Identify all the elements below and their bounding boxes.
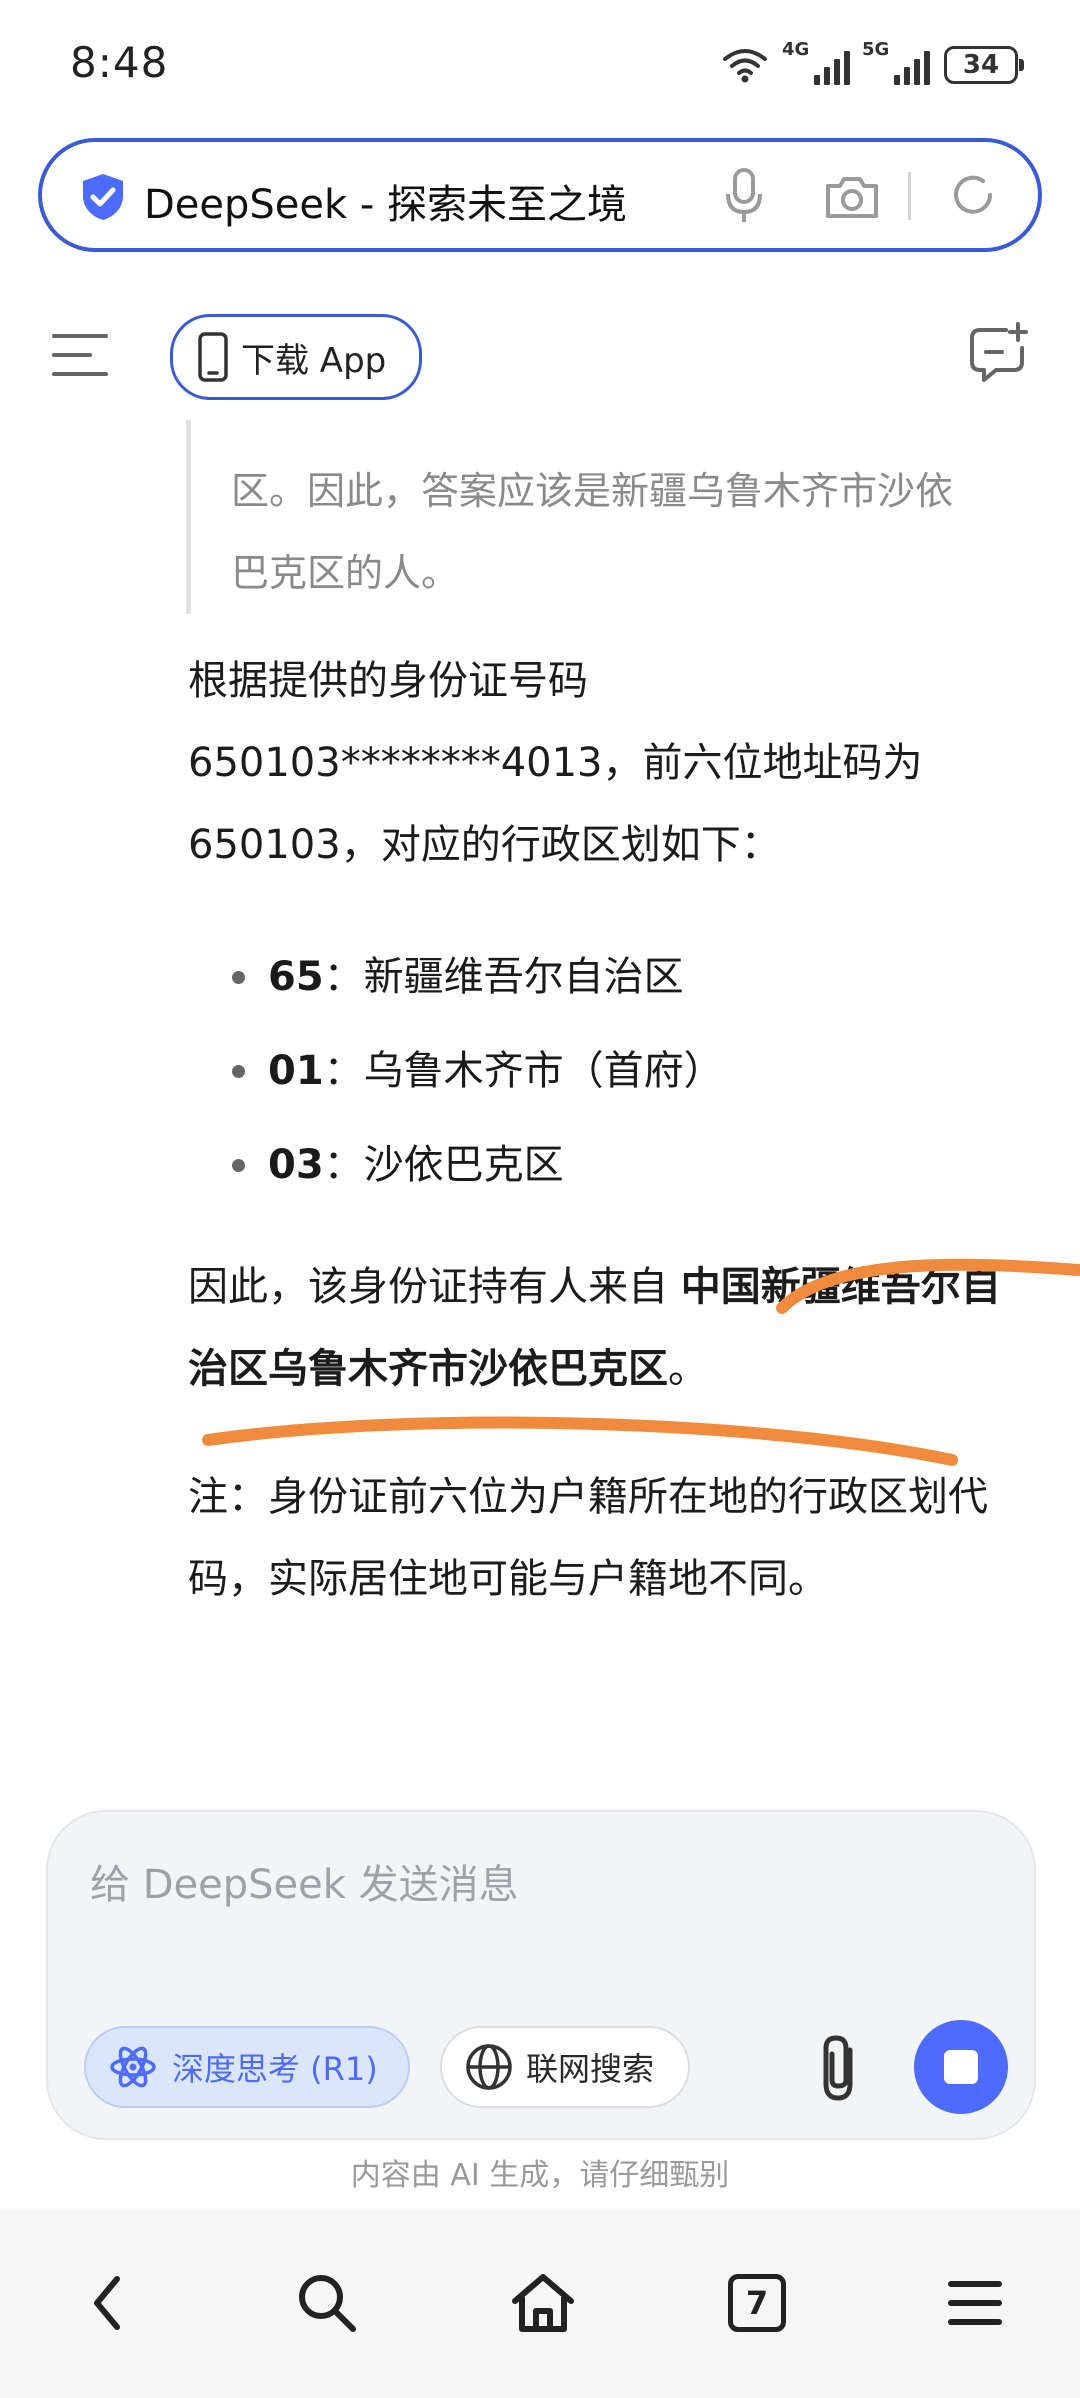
wifi-icon [723, 49, 767, 83]
battery-icon: 34 [944, 46, 1024, 84]
more-menu-button[interactable] [940, 2268, 1010, 2338]
message-input-box[interactable]: 给 DeepSeek 发送消息 深度思考 (R1) 联网搜索 [46, 1810, 1036, 2140]
new-chat-icon[interactable] [966, 322, 1030, 386]
answer-paragraph-1: 根据提供的身份证号码650103********4013，前六位地址码为6501… [188, 658, 923, 868]
answer-note: 注：身份证前六位为户籍所在地的行政区划代码，实际居住地可能与户籍地不同。 [188, 1474, 988, 1602]
status-icons: 4G 5G 34 [720, 39, 1024, 90]
browser-bottom-nav: 7 [0, 2210, 1080, 2398]
download-app-label: 下载 App [241, 340, 387, 381]
address-divider [908, 172, 911, 220]
message-input[interactable]: 给 DeepSeek 发送消息 [90, 1852, 519, 1910]
page-title[interactable]: DeepSeek - 探索未至之境 [144, 172, 627, 230]
thinking-quote: 区。因此，答案应该是新疆乌鲁木齐市沙依 巴克区的人。 [186, 420, 1026, 614]
quote-line: 巴克区的人。 [231, 551, 460, 595]
camera-icon[interactable] [824, 172, 880, 220]
download-app-button[interactable]: 下载 App [170, 314, 422, 400]
deep-think-toggle[interactable]: 深度思考 (R1) [84, 2026, 410, 2108]
quote-line: 区。因此，答案应该是新疆乌鲁木齐市沙依 [231, 469, 954, 513]
region-code-list: 65：新疆维吾尔自治区 01：乌鲁木齐市（首府） 03：沙依巴克区 [226, 930, 1026, 1212]
atom-icon [110, 2046, 156, 2088]
shield-icon [83, 174, 123, 220]
phone-icon [198, 332, 228, 382]
globe-icon [466, 2044, 512, 2090]
menu-icon[interactable] [52, 330, 108, 380]
list-item: 03：沙依巴克区 [226, 1118, 1026, 1212]
web-search-label: 联网搜索 [526, 2050, 655, 2088]
stop-icon [944, 2050, 978, 2084]
reload-icon[interactable] [948, 170, 998, 220]
hamburger-menu-icon [948, 2281, 1002, 2325]
home-button[interactable] [508, 2268, 578, 2338]
answer-conclusion: 因此，该身份证持有人来自 中国新疆维吾尔自治区乌鲁木齐市沙依巴克区。 [188, 1264, 1001, 1392]
chat-content: 区。因此，答案应该是新疆乌鲁木齐市沙依 巴克区的人。 根据提供的身份证号码650… [0, 420, 1080, 1770]
cellular-signal-5g-icon: 5G [862, 39, 930, 85]
list-item: 65：新疆维吾尔自治区 [226, 930, 1026, 1024]
tabs-count: 7 [745, 2284, 769, 2322]
web-search-toggle[interactable]: 联网搜索 [440, 2026, 690, 2108]
tabs-button[interactable]: 7 [722, 2268, 792, 2338]
search-icon [299, 2275, 356, 2332]
paperclip-icon[interactable] [810, 2030, 874, 2106]
microphone-icon[interactable] [722, 166, 766, 226]
deep-think-label: 深度思考 (R1) [172, 2050, 378, 2088]
status-bar: 8:48 4G 5G 34 [0, 0, 1080, 130]
chevron-left-icon [94, 2276, 120, 2330]
cellular-signal-4g-icon: 4G [782, 39, 850, 85]
search-button[interactable] [292, 2268, 362, 2338]
back-button[interactable] [72, 2268, 142, 2338]
address-bar[interactable]: DeepSeek - 探索未至之境 [38, 138, 1042, 252]
status-time: 8:48 [70, 38, 169, 87]
tabs-icon: 7 [728, 2274, 786, 2332]
stop-generation-button[interactable] [914, 2020, 1008, 2114]
home-icon [512, 2274, 574, 2332]
app-toolbar: 下载 App [0, 300, 1080, 420]
list-item: 01：乌鲁木齐市（首府） [226, 1024, 1026, 1118]
ai-disclaimer: 内容由 AI 生成，请仔细甄别 [350, 2158, 730, 2193]
